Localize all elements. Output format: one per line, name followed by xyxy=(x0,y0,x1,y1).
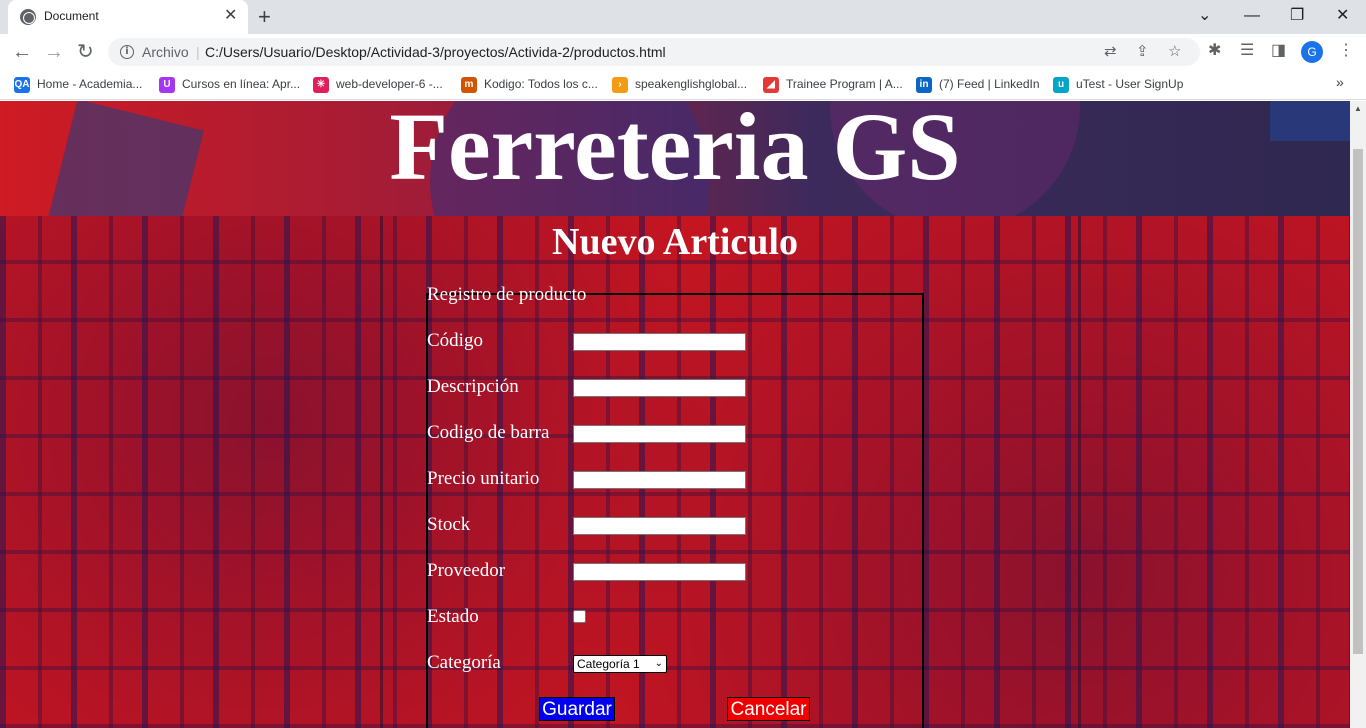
info-icon[interactable]: i xyxy=(120,45,134,59)
categoria-select[interactable]: Categoría 1 ⌄ xyxy=(573,655,667,673)
codigo-barra-input[interactable] xyxy=(573,425,746,443)
globe-icon xyxy=(20,9,36,25)
precio-unitario-label: Precio unitario xyxy=(427,468,540,489)
page-viewport: Ferreteria GS Nuevo Articulo Registro de… xyxy=(0,101,1350,728)
bookmark-label: Kodigo: Todos los c... xyxy=(484,77,598,91)
background-tile-seam xyxy=(380,216,383,728)
vertical-scrollbar[interactable]: ▲ xyxy=(1350,101,1366,728)
forward-button[interactable]: → xyxy=(44,39,64,65)
scheme-label: Archivo xyxy=(142,44,189,60)
bookmark-label: web-developer-6 -... xyxy=(336,77,443,91)
bookmark-item[interactable]: m Kodigo: Todos los c... xyxy=(461,76,598,94)
categoria-label: Categoría xyxy=(427,652,501,673)
address-separator: | xyxy=(196,44,200,60)
back-button[interactable]: ← xyxy=(12,39,32,65)
stock-input[interactable] xyxy=(573,517,746,535)
reading-list-icon[interactable]: ☰ xyxy=(1240,41,1254,61)
window-close-button[interactable]: ✕ xyxy=(1336,4,1349,28)
bookmark-label: speakenglishglobal... xyxy=(635,77,748,91)
codigo-barra-label: Codigo de barra xyxy=(427,422,550,443)
menu-icon[interactable]: ⋮ xyxy=(1338,41,1354,61)
extensions-icon[interactable]: ✱ xyxy=(1208,41,1221,61)
bookmark-star-icon[interactable]: ☆ xyxy=(1168,42,1181,62)
bookmark-favicon-icon: in xyxy=(916,76,932,93)
stock-label: Stock xyxy=(427,514,471,535)
bookmark-item[interactable]: in (7) Feed | LinkedIn xyxy=(916,76,1040,94)
bookmark-item[interactable]: ◢ Trainee Program | A... xyxy=(763,76,903,94)
proveedor-label: Proveedor xyxy=(427,560,506,581)
bookmark-favicon-icon: QA xyxy=(14,76,30,93)
bookmark-item[interactable]: › speakenglishglobal... xyxy=(612,76,747,94)
bookmark-favicon-icon: U xyxy=(159,76,175,93)
bookmark-label: uTest - User SignUp xyxy=(1076,77,1184,91)
bookmark-favicon-icon: ✳ xyxy=(313,76,329,93)
cancel-button[interactable]: Cancelar xyxy=(727,697,810,721)
estado-label: Estado xyxy=(427,606,479,627)
bookmarks-bar: QA Home - Academia... U Cursos en línea: A… xyxy=(0,70,1366,100)
background-tile-seam xyxy=(1078,216,1081,728)
codigo-input[interactable] xyxy=(573,333,746,351)
bookmark-item[interactable]: u uTest - User SignUp xyxy=(1053,76,1183,94)
site-title: Ferreteria GS xyxy=(389,101,961,200)
bookmark-label: Home - Academia... xyxy=(37,77,143,91)
bookmark-favicon-icon: u xyxy=(1053,76,1069,93)
tab-title: Document xyxy=(44,9,99,23)
estado-checkbox[interactable] xyxy=(573,610,586,623)
bookmark-label: Trainee Program | A... xyxy=(786,77,903,91)
proveedor-input[interactable] xyxy=(573,563,746,581)
browser-tab[interactable]: Document ✕ xyxy=(8,0,248,34)
bookmark-label: (7) Feed | LinkedIn xyxy=(939,77,1040,91)
new-tab-button[interactable]: + xyxy=(258,5,271,29)
bookmark-favicon-icon: m xyxy=(461,76,477,93)
codigo-label: Código xyxy=(427,330,483,351)
precio-unitario-input[interactable] xyxy=(573,471,746,489)
minimize-button[interactable]: — xyxy=(1244,4,1260,28)
reload-button[interactable]: ↻ xyxy=(77,39,94,65)
tab-search-icon[interactable]: ⌄ xyxy=(1198,4,1211,28)
bookmark-item[interactable]: QA Home - Academia... xyxy=(14,76,142,94)
translate-icon[interactable]: ⇄ xyxy=(1104,42,1117,62)
bookmark-favicon-icon: › xyxy=(612,76,628,93)
bookmark-item[interactable]: ✳ web-developer-6 -... xyxy=(313,76,443,94)
descripcion-label: Descripción xyxy=(427,376,519,397)
descripcion-input[interactable] xyxy=(573,379,746,397)
bookmarks-overflow-icon[interactable]: » xyxy=(1336,74,1344,90)
header-banner: Ferreteria GS xyxy=(0,101,1350,216)
form-legend: Registro de producto xyxy=(427,284,587,305)
address-bar[interactable]: i Archivo | C:/Users/Usuario/Desktop/Act… xyxy=(108,38,1200,66)
categoria-selected-value: Categoría 1 xyxy=(577,657,640,671)
bookmark-label: Cursos en línea: Apr... xyxy=(182,77,301,91)
save-button[interactable]: Guardar xyxy=(539,697,615,721)
profile-avatar[interactable]: G xyxy=(1301,41,1323,63)
side-panel-icon[interactable]: ◨ xyxy=(1271,41,1286,61)
tab-strip: Document ✕ + ⌄ — ❐ ✕ xyxy=(0,0,1366,34)
tab-close-icon[interactable]: ✕ xyxy=(224,7,237,25)
chevron-down-icon: ⌄ xyxy=(654,658,663,669)
bookmark-favicon-icon: ◢ xyxy=(763,76,779,93)
restore-button[interactable]: ❐ xyxy=(1290,4,1304,28)
scrollbar-thumb[interactable] xyxy=(1353,149,1363,654)
page-heading: Nuevo Articulo xyxy=(552,221,798,263)
bookmark-item[interactable]: U Cursos en línea: Apr... xyxy=(159,76,300,94)
url-text[interactable]: C:/Users/Usuario/Desktop/Actividad-3/pro… xyxy=(205,44,666,60)
share-icon[interactable]: ⇪ xyxy=(1136,42,1149,62)
scroll-up-arrow-icon[interactable]: ▲ xyxy=(1354,104,1362,113)
